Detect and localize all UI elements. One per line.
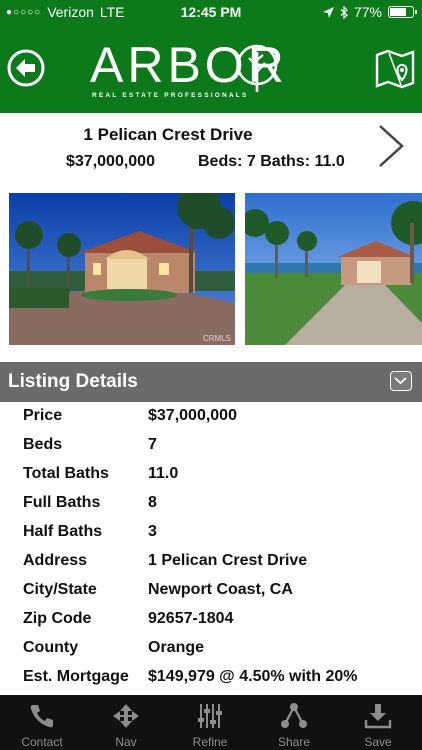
detail-value: $37,000,000 <box>148 407 237 424</box>
tab-share[interactable]: Share <box>252 695 336 750</box>
detail-value: 11.0 <box>148 465 179 482</box>
detail-label: Address <box>23 552 88 569</box>
tab-nav[interactable]: Nav <box>84 695 168 750</box>
listing-beds-baths: Beds: 7 Baths: 11.0 <box>198 153 345 170</box>
chevron-right-icon[interactable] <box>376 123 406 169</box>
detail-value: 8 <box>148 494 157 511</box>
download-icon <box>364 704 392 729</box>
sliders-icon <box>198 704 222 728</box>
detail-row-full-baths: Full Baths 8 <box>0 489 422 518</box>
tab-label: Save <box>364 735 392 749</box>
share-icon <box>281 703 307 728</box>
listing-photo-1[interactable]: CRMLS <box>9 193 235 345</box>
chevron-down-icon <box>394 377 407 385</box>
detail-label: Price <box>23 407 63 424</box>
detail-label: Beds <box>23 436 63 453</box>
tab-label: Nav <box>115 735 137 749</box>
detail-label: Total Baths <box>23 465 109 482</box>
status-bar: ●○○○○ Verizon LTE 12:45 PM 77% <box>0 0 422 24</box>
detail-value: 7 <box>148 436 157 453</box>
detail-label: City/State <box>23 581 97 598</box>
back-arrow-icon[interactable] <box>7 49 45 87</box>
navigation-icon <box>113 704 139 728</box>
detail-row-address: Address 1 Pelican Crest Drive <box>0 547 422 576</box>
detail-value: Newport Coast, CA <box>148 581 293 598</box>
detail-row-zip-code: Zip Code 92657-1804 <box>0 605 422 634</box>
bottom-tab-bar: Contact Nav Refine Share Save <box>0 695 422 750</box>
tab-save[interactable]: Save <box>336 695 420 750</box>
detail-value: $149,979 @ 4.50% with 20% <box>148 668 358 685</box>
battery-percent: 77% <box>353 4 382 20</box>
listing-price: $37,000,000 <box>66 153 155 170</box>
tab-refine[interactable]: Refine <box>168 695 252 750</box>
listing-summary: 1 Pelican Crest Drive $37,000,000 Beds: … <box>0 113 422 193</box>
tab-label: Share <box>277 735 311 749</box>
logo-tagline: REAL ESTATE PROFESSIONALS <box>92 92 249 99</box>
detail-row-beds: Beds 7 <box>0 431 422 460</box>
detail-row-est-mortgage: Est. Mortgage $149,979 @ 4.50% with 20% <box>0 663 422 692</box>
tab-contact[interactable]: Contact <box>0 695 84 750</box>
detail-value: 3 <box>148 523 157 540</box>
detail-label: Full Baths <box>23 494 101 511</box>
detail-label: Half Baths <box>23 523 103 540</box>
tab-label: Refine <box>192 735 228 749</box>
location-arrow-icon <box>322 6 334 18</box>
detail-label: Zip Code <box>23 610 92 627</box>
tree-icon <box>236 44 278 92</box>
detail-row-total-baths: Total Baths 11.0 <box>0 460 422 489</box>
detail-row-half-baths: Half Baths 3 <box>0 518 422 547</box>
listing-photo-2[interactable] <box>245 193 422 345</box>
collapse-button[interactable] <box>390 371 412 391</box>
listing-details-list: Price $37,000,000 Beds 7 Total Baths 11.… <box>0 402 422 695</box>
detail-row-city-state: City/State Newport Coast, CA <box>0 576 422 605</box>
bluetooth-icon <box>340 5 348 19</box>
photo-watermark: CRMLS <box>202 334 231 343</box>
map-pin-icon[interactable] <box>375 47 415 89</box>
phone-icon <box>30 705 53 728</box>
tab-label: Contact <box>21 735 63 749</box>
mansion-photo-image <box>9 193 235 345</box>
detail-value: 92657-1804 <box>148 610 234 627</box>
detail-label: Est. Mortgage <box>23 668 129 685</box>
listing-address: 1 Pelican Crest Drive <box>83 125 253 144</box>
listing-details-header[interactable]: Listing Details <box>0 362 422 402</box>
section-title: Listing Details <box>8 371 138 392</box>
detail-label: County <box>23 639 79 656</box>
app-header: ARBOR REAL ESTATE PROFESSIONALS <box>0 24 422 113</box>
detail-row-county: County Orange <box>0 634 422 663</box>
driveway-photo-image <box>245 193 422 345</box>
battery-icon <box>388 6 417 18</box>
arbor-logo: ARBOR REAL ESTATE PROFESSIONALS <box>90 37 330 102</box>
detail-value: 1 Pelican Crest Drive <box>148 552 308 569</box>
detail-row-price: Price $37,000,000 <box>0 402 422 431</box>
detail-value: Orange <box>148 639 205 656</box>
